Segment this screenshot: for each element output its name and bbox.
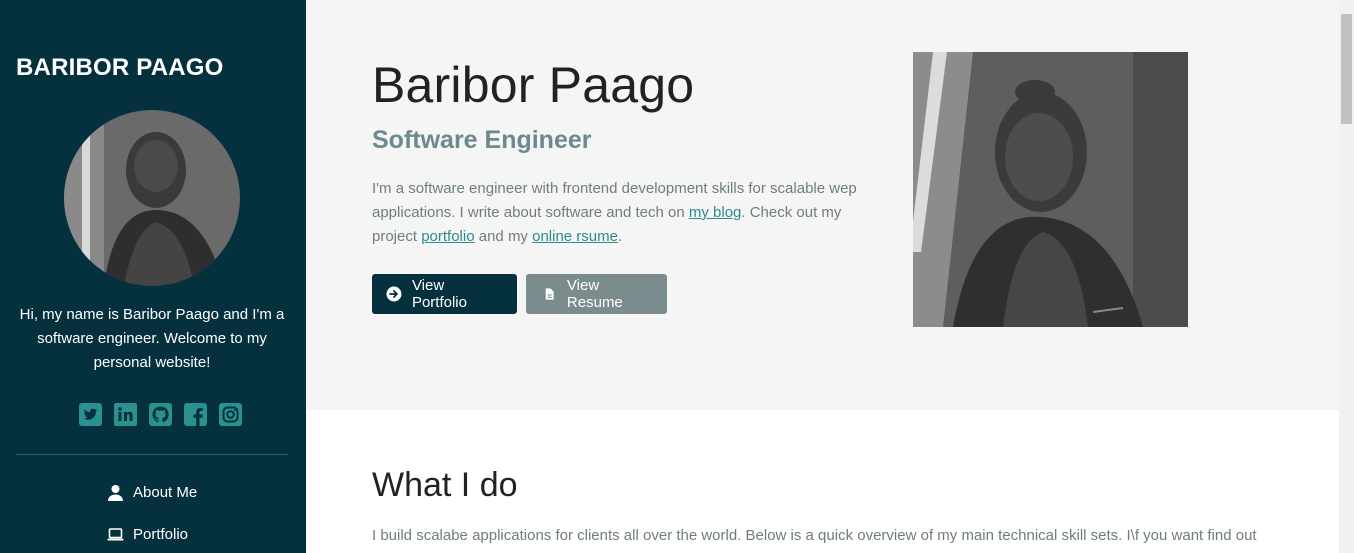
- view-portfolio-label: View Portfolio: [411, 277, 467, 311]
- twitter-link[interactable]: [79, 403, 102, 426]
- user-icon: [108, 485, 123, 501]
- hero-bio: I'm a software engineer with frontend de…: [372, 177, 872, 249]
- scrollbar-thumb[interactable]: [1341, 14, 1352, 124]
- section-title: What I do: [372, 466, 518, 504]
- hero-section: Baribor Paago Software Engineer I'm a so…: [306, 0, 1339, 410]
- nav-label-portfolio: Portfolio: [133, 526, 189, 543]
- facebook-link[interactable]: [184, 403, 207, 426]
- site-brand[interactable]: BARIBOR PAAGO: [16, 54, 224, 82]
- file-icon: [545, 288, 554, 300]
- view-portfolio-button[interactable]: View Portfolio: [372, 274, 517, 314]
- intro-text: Hi, my name is Baribor Paago and I'm a s…: [19, 306, 285, 371]
- what-i-do-section: What I do I build scalabe applications f…: [306, 410, 1339, 553]
- sidebar-divider: [16, 454, 288, 455]
- nav-item-about-me[interactable]: About Me: [107, 484, 197, 501]
- facebook-icon: [184, 403, 207, 426]
- hero-role: Software Engineer: [372, 126, 592, 154]
- github-icon: [149, 403, 172, 426]
- bio-text-3: and my: [474, 228, 533, 245]
- nav-label-about-me: About Me: [133, 484, 198, 501]
- instagram-icon: [219, 403, 242, 426]
- bio-text-4: .: [618, 228, 623, 245]
- linkedin-icon: [114, 403, 137, 426]
- nav-item-portfolio[interactable]: Portfolio: [107, 526, 188, 543]
- laptop-icon: [107, 528, 124, 541]
- arrow-circle-right-icon: [386, 286, 402, 302]
- section-text: I build scalabe applications for clients…: [372, 527, 1257, 544]
- hero-name: Baribor Paago: [372, 57, 695, 113]
- github-link[interactable]: [149, 403, 172, 426]
- view-resume-label: View Resume: [566, 277, 623, 311]
- view-resume-button[interactable]: View Resume: [526, 274, 667, 314]
- profile-photo: [913, 52, 1188, 327]
- avatar: [64, 110, 240, 286]
- twitter-icon: [79, 403, 102, 426]
- sidebar: BARIBOR PAAGO Hi, my name is Baribor Paa…: [0, 0, 306, 553]
- page-scrollbar[interactable]: [1339, 0, 1354, 553]
- blog-link[interactable]: my blog: [689, 204, 742, 221]
- linkedin-link[interactable]: [114, 403, 137, 426]
- social-links: [79, 403, 242, 426]
- instagram-link[interactable]: [219, 403, 242, 426]
- resume-link[interactable]: online rsume: [532, 228, 618, 245]
- portfolio-link[interactable]: portfolio: [421, 228, 474, 245]
